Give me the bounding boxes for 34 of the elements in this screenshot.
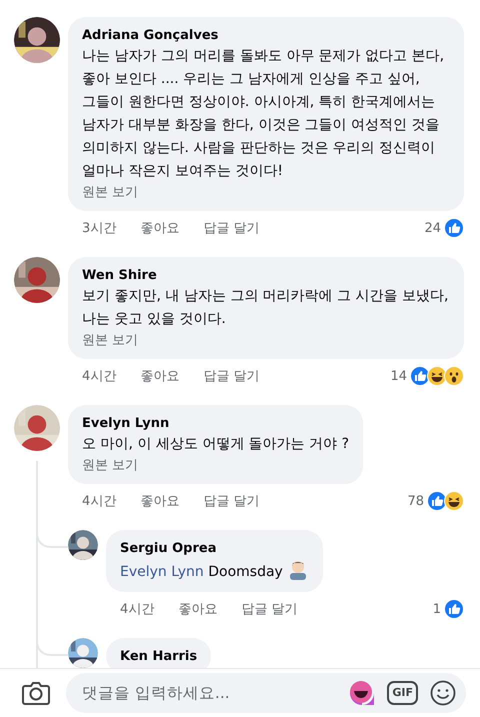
- mention-link[interactable]: Evelyn Lynn: [120, 564, 204, 580]
- reaction-count: 14: [390, 368, 407, 384]
- reply-link[interactable]: 답글 달기: [203, 367, 260, 385]
- comment-text: 오 마이, 이 세상도 어떻게 돌아가는 거야 ?: [82, 435, 350, 454]
- author-name[interactable]: Evelyn Lynn: [82, 414, 350, 433]
- reply-link[interactable]: 답글 달기: [203, 219, 260, 237]
- author-name[interactable]: Wen Shire: [82, 266, 450, 285]
- author-name[interactable]: Ken Harris: [120, 647, 198, 666]
- like-link[interactable]: 좋아요: [140, 367, 180, 385]
- time-label: 4시간: [120, 601, 154, 618]
- comment-text: Evelyn Lynn Doomsday: [120, 558, 309, 584]
- like-link[interactable]: 좋아요: [140, 219, 180, 237]
- time-label: 4시간: [82, 493, 116, 510]
- comment-text: 나는 남자가 그의 머리를 돌봐도 아무 문제가 없다고 본다, 좋아 보인다 .... 우리는 그 남자에게 인상을 주고 싶어, 그들이 원한다면 정상이야. 아시아계, 특히 한국계에서는 남자가 대부분 화장을 한다, 이것은 그들이 여성적인 것을 의미하지 않는다. 사람을 판단하는 것은 우리의 정신력이 얼마나 작은지 보여주는 것이다!: [82, 47, 446, 181]
- gif-button[interactable]: GIF: [387, 681, 418, 705]
- reaction-count: 78: [407, 494, 424, 508]
- comment-field[interactable]: 댓글을 입력하세요... GIF: [66, 673, 466, 713]
- time-label: 4시간: [82, 368, 116, 385]
- smiley-icon[interactable]: [430, 680, 456, 706]
- like-link[interactable]: 좋아요: [140, 492, 180, 510]
- see-original-link[interactable]: 원본 보기: [82, 331, 450, 351]
- see-original-link[interactable]: 원본 보기: [82, 183, 450, 203]
- author-name[interactable]: Adriana Gonçalves: [82, 26, 450, 45]
- comment-text: 보기 좋지만, 내 남자는 그의 머리카락에 그 시간을 보냈다, 나는 웃고 있을 것이다.: [82, 287, 450, 329]
- author-name[interactable]: Sergiu Oprea: [120, 539, 309, 558]
- see-original-link[interactable]: 원본 보기: [82, 456, 350, 476]
- reaction-count: 1: [432, 602, 441, 616]
- like-link[interactable]: 좋아요: [178, 600, 218, 618]
- reaction-count: 24: [424, 220, 441, 236]
- reply-link[interactable]: 답글 달기: [203, 492, 260, 510]
- reply-link[interactable]: 답글 달기: [241, 600, 298, 618]
- camera-icon[interactable]: [22, 680, 50, 706]
- sticker-icon[interactable]: [349, 680, 376, 706]
- time-label: 3시간: [82, 220, 116, 237]
